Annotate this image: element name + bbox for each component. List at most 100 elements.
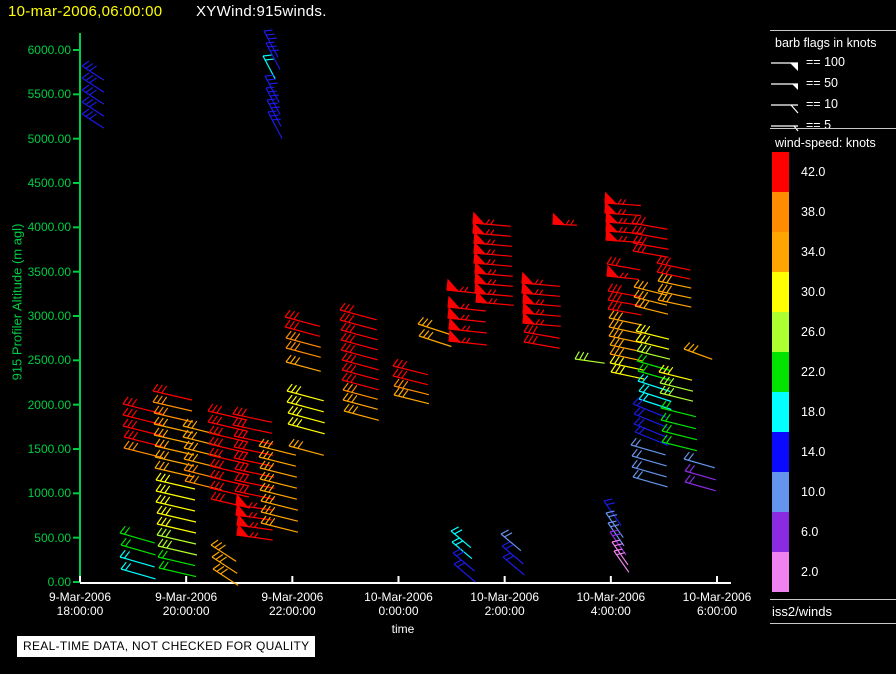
x-tick-label: 10-Mar-2006 4:00:00	[576, 590, 646, 618]
color-scale-label: 18.0	[801, 405, 826, 419]
separator	[770, 128, 896, 129]
wind-barb	[502, 552, 525, 576]
wind-barb	[684, 474, 716, 492]
wind-barb	[339, 302, 377, 321]
color-scale-label: 14.0	[801, 445, 826, 459]
wind-barb	[632, 243, 669, 258]
barb-legend-label: == 100	[806, 55, 845, 69]
separator	[770, 30, 896, 31]
wind-barb	[634, 425, 669, 447]
color-swatch	[772, 232, 789, 272]
color-swatch	[772, 392, 789, 432]
color-swatch	[772, 192, 789, 232]
wind-barb	[392, 358, 429, 376]
y-tick-label: 1500.00	[27, 442, 71, 456]
color-scale-title: wind-speed: knots	[775, 136, 876, 150]
wind-barb	[260, 493, 299, 511]
x-tick-label: 10-Mar-2006 6:00:00	[682, 590, 752, 618]
color-swatch	[772, 512, 789, 552]
x-tick-label: 10-Mar-2006 2:00:00	[470, 590, 539, 618]
wind-barb	[284, 309, 320, 327]
color-swatch	[772, 312, 789, 352]
wind-barb	[521, 271, 560, 287]
wind-barb	[500, 529, 522, 552]
barb-legend-title: barb flags in knots	[775, 36, 877, 50]
wind-barb	[123, 440, 163, 459]
y-tick-label: 500.00	[34, 530, 71, 545]
wind-barb	[155, 483, 196, 501]
wind-barb	[631, 225, 668, 240]
wind-barb	[288, 438, 324, 456]
wind-barb	[635, 323, 670, 340]
separator	[770, 599, 896, 600]
wind-barb	[119, 549, 155, 568]
x-tick-label: 9-Mar-2006 18:00:00	[48, 590, 112, 618]
x-tick-label: 10-Mar-2006 0:00:00	[364, 590, 433, 618]
color-swatch	[772, 352, 789, 392]
wind-barb	[285, 330, 321, 348]
wind-barb	[472, 211, 511, 227]
wind-barb	[452, 548, 475, 572]
wind-barb	[156, 505, 197, 523]
wind-barb	[453, 559, 476, 583]
color-swatch	[772, 152, 789, 192]
wind-barb	[156, 527, 197, 545]
wind-barb	[119, 525, 155, 544]
wind-barb	[287, 416, 325, 435]
y-tick-label: 5500.00	[27, 87, 71, 102]
xywind-plot-window: 10-mar-2006,06:00:00 XYWind:915winds. 60…	[0, 0, 896, 674]
barb-legend-label: == 5	[806, 118, 832, 132]
wind-barb	[343, 403, 379, 421]
wind-barb	[156, 516, 197, 534]
wind-barb	[632, 235, 669, 250]
wind-barb	[207, 403, 248, 421]
wind-barb	[448, 329, 487, 346]
separator	[770, 623, 896, 624]
wind-barb	[232, 406, 273, 423]
wind-barb	[660, 400, 697, 418]
wind-barb	[259, 482, 298, 500]
wind-barb	[155, 494, 196, 512]
wind-barb	[212, 563, 239, 586]
x-axis-title: time	[391, 622, 415, 636]
tick-long-icon	[771, 104, 799, 114]
wind-barb	[259, 471, 298, 489]
y-axis-title: 915 Profiler Altitude (m agl)	[9, 223, 25, 381]
wind-barb	[122, 418, 162, 437]
wind-barb	[684, 463, 716, 481]
wind-barb	[259, 460, 298, 478]
wind-barb-plot-canvas	[73, 29, 731, 586]
wind-barb	[260, 504, 299, 522]
wind-barb	[81, 60, 105, 81]
wind-barb	[604, 191, 641, 207]
wind-barb	[607, 283, 642, 298]
wind-barb	[630, 437, 666, 456]
wind-barb	[683, 342, 713, 360]
wind-barb	[152, 383, 193, 401]
wind-barb	[418, 328, 452, 348]
pennant-large-icon	[771, 62, 798, 71]
wind-barb	[659, 375, 694, 392]
wind-barb	[656, 255, 691, 271]
color-swatch	[772, 272, 789, 312]
y-tick-label: 0.00	[47, 575, 71, 589]
wind-barb	[393, 387, 430, 405]
wind-barb	[606, 256, 641, 271]
wind-barb	[233, 428, 274, 445]
barb-legend-label: == 50	[806, 76, 838, 90]
color-scale-label: 6.0	[801, 525, 819, 539]
wind-barb	[120, 561, 156, 580]
wind-barb	[657, 283, 692, 299]
wind-barb	[258, 449, 297, 467]
x-tick-label: 9-Mar-2006 20:00:00	[155, 590, 218, 618]
color-swatch	[772, 472, 789, 512]
wind-barb	[157, 549, 196, 567]
wind-barb	[207, 414, 248, 432]
wind-barb	[574, 351, 605, 364]
status-banner: REAL-TIME DATA, NOT CHECKED FOR QUALITY	[17, 636, 316, 657]
color-scale-label: 26.0	[801, 325, 826, 339]
x-tick-label: 9-Mar-2006 22:00:00	[261, 590, 324, 618]
color-scale-label: 2.0	[801, 565, 819, 579]
wind-barb	[606, 264, 639, 280]
y-tick-label: 4500.00	[27, 176, 71, 190]
